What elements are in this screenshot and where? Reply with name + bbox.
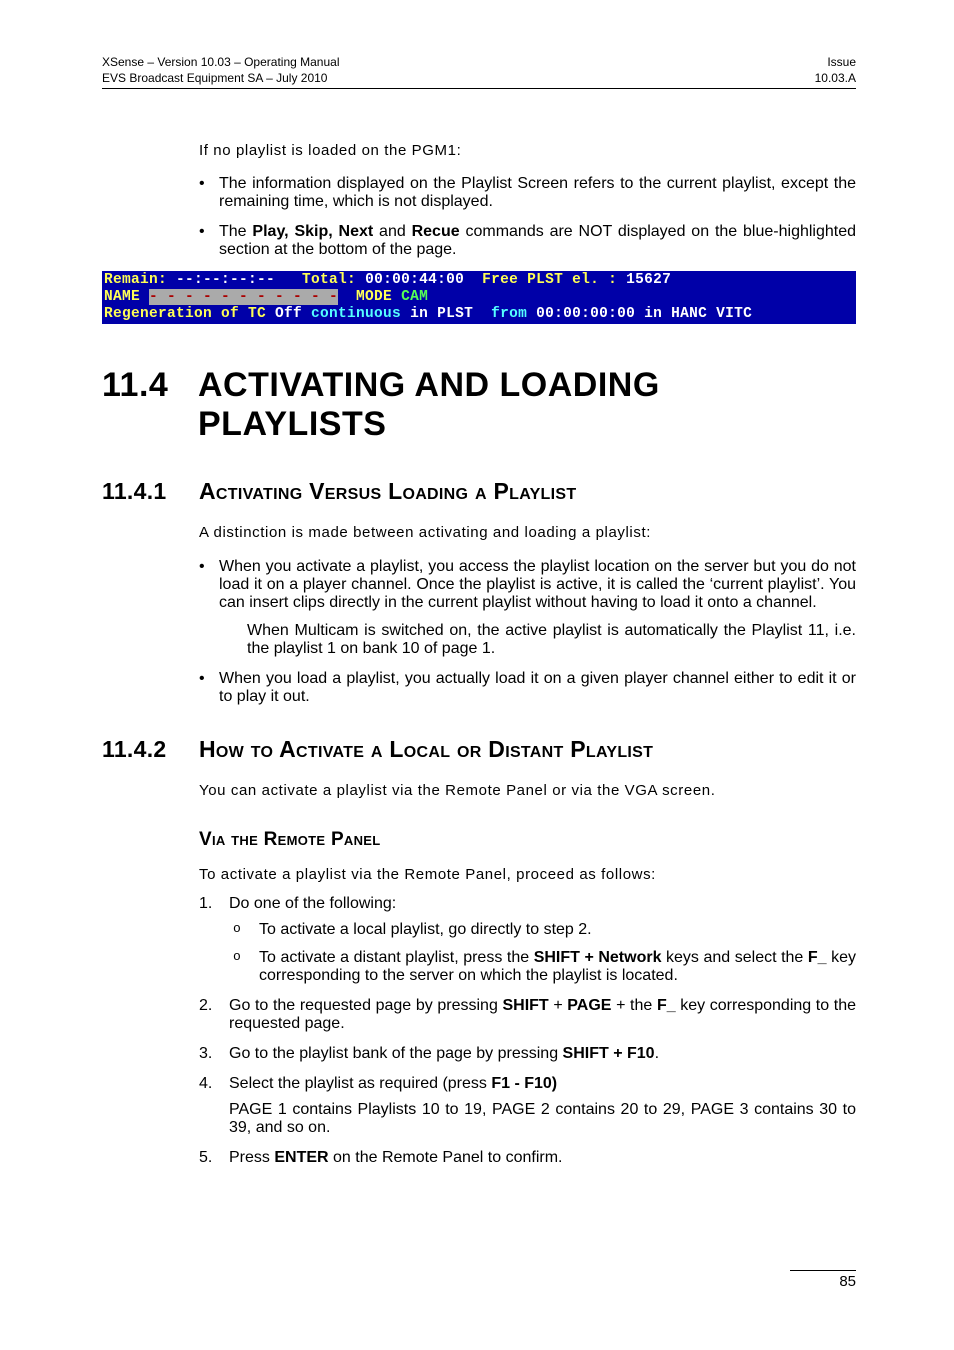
- s2-b1: SHIFT: [502, 997, 548, 1014]
- ss-regen-label: Regeneration of TC: [104, 306, 266, 322]
- footer-rule: [790, 1270, 856, 1271]
- h2-2-num: 11.4.2: [102, 736, 179, 763]
- steps-list: Do one of the following: To activate a l…: [199, 895, 856, 1167]
- step-2: Go to the requested page by pressing SHI…: [199, 997, 856, 1033]
- s2-p1: +: [549, 997, 568, 1014]
- intro-text: If no playlist is loaded on the PGM1:: [199, 141, 856, 161]
- s1b-bold: SHIFT + Network: [534, 949, 662, 966]
- h2-2-text: How to Activate a Local or Distant Playl…: [199, 736, 653, 763]
- s5-post: on the Remote Panel to confirm.: [329, 1149, 563, 1166]
- step-5: Press ENTER on the Remote Panel to confi…: [199, 1149, 856, 1167]
- heading-via-remote: Via the Remote Panel: [199, 829, 856, 851]
- s2-p2: + the: [611, 997, 656, 1014]
- top-bullet-1: The information displayed on the Playlis…: [199, 175, 856, 211]
- hdr-left-2: EVS Broadcast Equipment SA – July 2010: [102, 71, 340, 85]
- step-4: Select the playlist as required (press F…: [199, 1075, 856, 1137]
- ss-continuous: continuous: [311, 306, 401, 322]
- step-1b: To activate a distant playlist, press th…: [229, 949, 856, 985]
- s2-pre: Go to the requested page by pressing: [229, 997, 502, 1014]
- s1b-mid: keys and select the: [661, 949, 807, 966]
- ss-name-field: - - - - - - - - - - -: [149, 289, 338, 305]
- ss-free-val: 15627: [617, 272, 671, 288]
- tb2-bold1: Play, Skip, Next: [252, 223, 373, 240]
- ss-remain-label: Remain:: [104, 272, 167, 288]
- top-bullets: The information displayed on the Playlis…: [199, 175, 856, 259]
- s5-pre: Press: [229, 1149, 274, 1166]
- ss-mode-label: MODE: [338, 289, 401, 305]
- h1-text: ACTIVATING AND LOADING PLAYLISTS: [198, 366, 856, 444]
- ss-name-label: NAME: [104, 289, 149, 305]
- step-4-note: PAGE 1 contains Playlists 10 to 19, PAGE…: [229, 1101, 856, 1137]
- tb2-mid: and: [373, 223, 411, 240]
- s3-pre: Go to the playlist bank of the page by p…: [229, 1045, 563, 1062]
- ss-mode-val: CAM: [401, 289, 428, 305]
- tb2-bold2: Recue: [412, 223, 460, 240]
- s1-bullets: When you activate a playlist, you access…: [199, 558, 856, 706]
- tb2-pre: The: [219, 223, 252, 240]
- heading-11-4-1: 11.4.1 Activating Versus Loading a Playl…: [102, 478, 856, 505]
- heading-11-4-2: 11.4.2 How to Activate a Local or Distan…: [102, 736, 856, 763]
- ss-total-label: Total:: [302, 272, 356, 288]
- top-bullet-1-text: The information displayed on the Playlis…: [219, 175, 856, 210]
- step-3: Go to the playlist bank of the page by p…: [199, 1045, 856, 1063]
- s1-b1-sub: When Multicam is switched on, the active…: [247, 622, 856, 658]
- ss-from: from: [491, 306, 527, 322]
- ss-in-plst: in PLST: [401, 306, 491, 322]
- ss-free-label: Free PLST el. :: [482, 272, 617, 288]
- ss-tc: 00:00:00:00 in HANC VITC: [527, 306, 752, 322]
- s3-post: .: [655, 1045, 659, 1062]
- step-1a: To activate a local playlist, go directl…: [229, 921, 856, 939]
- h2-1-text: Activating Versus Loading a Playlist: [199, 478, 576, 505]
- s1-intro: A distinction is made between activating…: [199, 523, 856, 543]
- ss-remain-val: --:--:--:--: [167, 272, 302, 288]
- s5-bold: ENTER: [274, 1149, 328, 1166]
- page-header: XSense – Version 10.03 – Operating Manua…: [102, 55, 856, 85]
- hdr-right-2: 10.03.A: [815, 71, 856, 85]
- s2-b2: PAGE: [567, 997, 611, 1014]
- s2-lead: To activate a playlist via the Remote Pa…: [199, 865, 856, 885]
- s1-b2-text: When you load a playlist, you actually l…: [219, 670, 856, 705]
- heading-11-4: 11.4 ACTIVATING AND LOADING PLAYLISTS: [102, 366, 856, 444]
- s4-pre: Select the playlist as required (press: [229, 1075, 491, 1092]
- s1-bullet-1: When you activate a playlist, you access…: [199, 558, 856, 658]
- h2-1-num: 11.4.1: [102, 478, 179, 505]
- hdr-right-1: Issue: [815, 55, 856, 69]
- step-1-sublist: To activate a local playlist, go directl…: [229, 921, 856, 985]
- s1-b1-text: When you activate a playlist, you access…: [219, 558, 856, 611]
- page-number: 85: [839, 1273, 856, 1290]
- step-1: Do one of the following: To activate a l…: [199, 895, 856, 985]
- top-bullet-2: The Play, Skip, Next and Recue commands …: [199, 223, 856, 259]
- h1-num: 11.4: [102, 366, 176, 444]
- terminal-screenshot: Remain: --:--:--:-- Total: 00:00:44:00 F…: [102, 271, 856, 324]
- ss-total-val: 00:00:44:00: [356, 272, 482, 288]
- s2-intro: You can activate a playlist via the Remo…: [199, 781, 856, 801]
- step-1-text: Do one of the following:: [229, 895, 396, 912]
- s2-b3: F_: [657, 997, 676, 1014]
- ss-regen-off: Off: [266, 306, 311, 322]
- step-1a-text: To activate a local playlist, go directl…: [259, 921, 592, 938]
- page-footer: 85: [790, 1270, 856, 1290]
- hdr-left-1: XSense – Version 10.03 – Operating Manua…: [102, 55, 340, 69]
- s3-bold: SHIFT + F10: [563, 1045, 655, 1062]
- s1b-pre: To activate a distant playlist, press th…: [259, 949, 534, 966]
- s4-bold: F1 - F10): [491, 1075, 557, 1092]
- s1-bullet-2: When you load a playlist, you actually l…: [199, 670, 856, 706]
- s1b-bold2: F_: [808, 949, 827, 966]
